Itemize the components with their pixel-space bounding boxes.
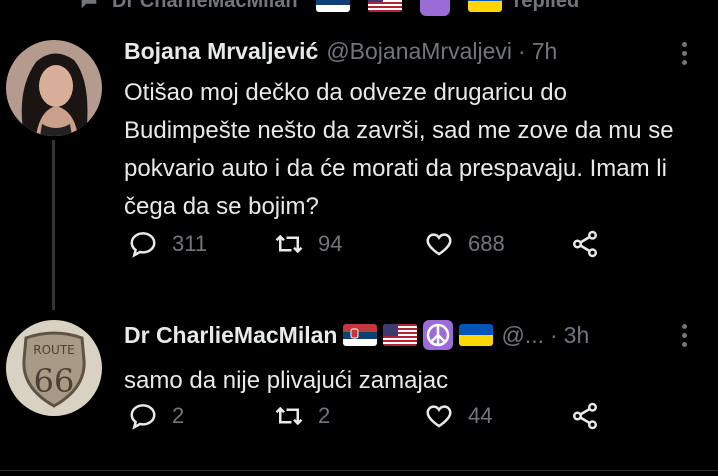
user-handle[interactable]: @BojanaMrvaljevi	[326, 38, 512, 65]
timestamp[interactable]: 3h	[564, 322, 590, 349]
like-count: 688	[468, 231, 505, 256]
share-icon	[573, 402, 597, 430]
tweet-header: Bojana Mrvaljević @BojanaMrvaljevi · 7h	[124, 38, 557, 65]
divider	[0, 470, 718, 471]
like-icon	[426, 405, 452, 428]
more-icon[interactable]	[680, 324, 688, 347]
retweet-icon	[275, 234, 303, 254]
like-count: 44	[468, 403, 493, 428]
retweet-button[interactable]: 2	[274, 401, 330, 431]
avatar-number-text: 66	[34, 362, 75, 400]
share-button[interactable]	[570, 229, 600, 259]
tweet-text: samo da nije plivajući zamajac	[124, 367, 449, 394]
reply-button[interactable]: 2	[128, 401, 184, 431]
display-name[interactable]: Dr CharlieMacMilan	[124, 322, 337, 349]
serbia-flag-icon	[343, 324, 378, 346]
peace-symbol-icon	[423, 320, 454, 350]
usa-flag-icon	[383, 324, 418, 346]
reply-icon	[130, 404, 156, 430]
more-icon[interactable]	[680, 42, 688, 65]
tweet[interactable]: ROUTE 66 Dr CharlieMacMilan @... · 3h sa…	[0, 300, 718, 470]
reply-icon	[130, 232, 156, 258]
like-icon	[426, 233, 452, 256]
thread-line	[52, 140, 55, 310]
separator-dot: ·	[549, 321, 558, 348]
avatar[interactable]: ROUTE 66	[6, 320, 102, 416]
separator-dot: ·	[518, 38, 526, 64]
reply-count: 2	[172, 403, 185, 428]
retweet-button[interactable]: 94	[274, 229, 342, 259]
share-button[interactable]	[570, 401, 600, 431]
retweet-icon	[275, 406, 303, 426]
tweet-header: Dr CharlieMacMilan @... · 3h	[124, 320, 589, 350]
user-handle[interactable]: @...	[501, 322, 544, 349]
retweet-count: 94	[318, 231, 343, 256]
avatar[interactable]	[6, 40, 102, 136]
timestamp[interactable]: 7h	[532, 38, 558, 65]
reply-button[interactable]: 311	[128, 229, 207, 259]
ukraine-flag-icon	[459, 324, 494, 346]
tweet-text: Otišao moj dečko da odveze drugaricu do …	[124, 79, 674, 220]
like-button[interactable]: 44	[424, 401, 492, 431]
display-name[interactable]: Bojana Mrvaljević	[124, 38, 318, 65]
retweet-count: 2	[318, 403, 331, 428]
avatar-route-text: ROUTE	[33, 343, 74, 357]
share-icon	[573, 230, 597, 258]
reply-count: 311	[172, 231, 208, 256]
tweet[interactable]: Bojana Mrvaljević @BojanaMrvaljevi · 7h …	[0, 0, 718, 310]
like-button[interactable]: 688	[424, 229, 505, 259]
